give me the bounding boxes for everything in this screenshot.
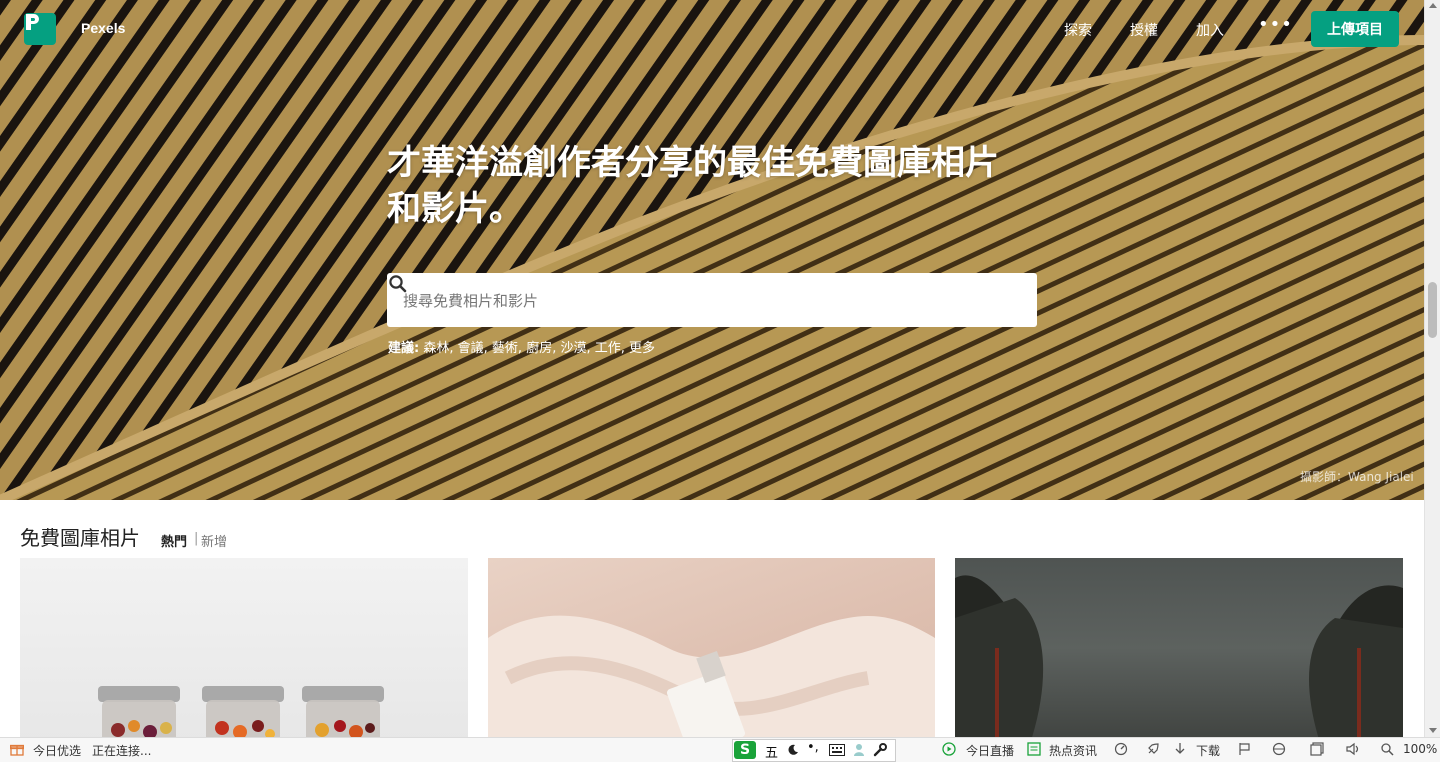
scroll-thumb[interactable] (1428, 282, 1437, 338)
pexels-logo[interactable] (24, 13, 56, 45)
zoom-level[interactable]: 100% (1403, 742, 1437, 756)
suggestions-label: 建議: (388, 341, 420, 356)
photo-credit[interactable]: 攝影師：Wang Jialei (1300, 468, 1414, 485)
hero-overlay (0, 0, 1424, 500)
sogou-ime-icon[interactable]: S (734, 741, 756, 759)
scroll-down-icon[interactable] (1429, 728, 1437, 733)
news-link[interactable]: 热点资讯 (1049, 742, 1097, 759)
rocket-icon[interactable] (1146, 742, 1160, 756)
zoom-icon[interactable] (1380, 742, 1394, 756)
tab-separator: | (194, 531, 199, 546)
gallery-header: 免費圖庫相片 熱門 | 新增 (20, 522, 227, 551)
hero-banner: Pexels 探索 授權 加入 ••• 上傳項目 才華洋溢創作者分享的最佳免費圖… (0, 0, 1424, 500)
deals-link[interactable]: 今日优选 (33, 742, 81, 759)
suggestion-more[interactable]: 更多 (629, 341, 655, 356)
nav-license[interactable]: 授權 (1130, 20, 1158, 40)
play-icon[interactable] (942, 742, 956, 756)
gallery-title: 免費圖庫相片 (20, 526, 140, 550)
upload-button[interactable]: 上傳項目 (1311, 11, 1399, 47)
speed-icon[interactable] (1114, 742, 1128, 756)
photo-card-forest-road[interactable] (955, 558, 1403, 737)
search-input[interactable] (401, 285, 985, 317)
connection-status: 正在连接... (92, 744, 152, 758)
jars-image (98, 686, 384, 737)
headline-line-1: 才華洋溢創作者分享的最佳免費圖庫相片 (387, 143, 999, 183)
flag-icon[interactable] (1238, 742, 1252, 756)
live-link[interactable]: 今日直播 (966, 742, 1014, 759)
search-icon[interactable] (387, 273, 409, 295)
tab-new[interactable]: 新增 (201, 531, 227, 550)
photo-card-blanket[interactable] (488, 558, 935, 737)
search-suggestions: 建議: 森林, 會議, 藝術, 廚房, 沙漠, 工作, 更多 (388, 337, 655, 356)
nav-join[interactable]: 加入 (1196, 20, 1224, 40)
tab-popular[interactable]: 熱門 (161, 531, 187, 550)
window-icon[interactable] (1310, 742, 1324, 756)
suggestion-art[interactable]: 藝術, (492, 341, 522, 356)
browser-viewport: Pexels 探索 授權 加入 ••• 上傳項目 才華洋溢創作者分享的最佳免費圖… (0, 0, 1424, 737)
gift-icon[interactable] (10, 742, 24, 756)
photo-card-jars[interactable] (20, 558, 468, 737)
suggestion-kitchen[interactable]: 廚房, (526, 341, 556, 356)
brand-name[interactable]: Pexels (81, 20, 125, 36)
headline-line-2: 和影片。 (387, 189, 523, 229)
wrench-icon[interactable] (873, 743, 887, 757)
top-navigation: Pexels 探索 授權 加入 ••• 上傳項目 (0, 0, 1424, 58)
suggestion-work[interactable]: 工作, (595, 341, 625, 356)
blanket-perfume-image (488, 615, 935, 737)
moon-icon[interactable] (787, 744, 799, 756)
more-menu-icon[interactable]: ••• (1258, 14, 1293, 35)
ie-icon[interactable] (1272, 742, 1286, 756)
scroll-up-icon[interactable] (1429, 3, 1437, 8)
forest-road-image (955, 575, 1403, 737)
news-icon[interactable] (1027, 742, 1041, 756)
keyboard-icon[interactable] (829, 744, 845, 756)
vertical-scrollbar[interactable] (1424, 0, 1440, 737)
speaker-icon[interactable] (1346, 742, 1362, 756)
download-icon[interactable] (1174, 742, 1186, 756)
pexels-logo-icon (26, 14, 39, 30)
search-box (387, 273, 1037, 327)
suggestion-meeting[interactable]: 會議, (458, 341, 488, 356)
user-icon[interactable] (853, 743, 865, 757)
punctuation-icon[interactable]: •, (807, 740, 819, 755)
browser-status-bar: 今日优选 正在连接... S 五 •, 今日直播 热点资讯 下载 100% (0, 737, 1440, 762)
download-link[interactable]: 下载 (1196, 742, 1220, 759)
ime-toolbar[interactable]: S 五 •, (732, 739, 896, 762)
suggestion-forest[interactable]: 森林, (423, 341, 453, 356)
nav-explore[interactable]: 探索 (1064, 20, 1092, 40)
suggestion-desert[interactable]: 沙漠, (560, 341, 590, 356)
hero-headline: 才華洋溢創作者分享的最佳免費圖庫相片 和影片。 (387, 140, 1047, 232)
ime-mode[interactable]: 五 (765, 742, 778, 761)
